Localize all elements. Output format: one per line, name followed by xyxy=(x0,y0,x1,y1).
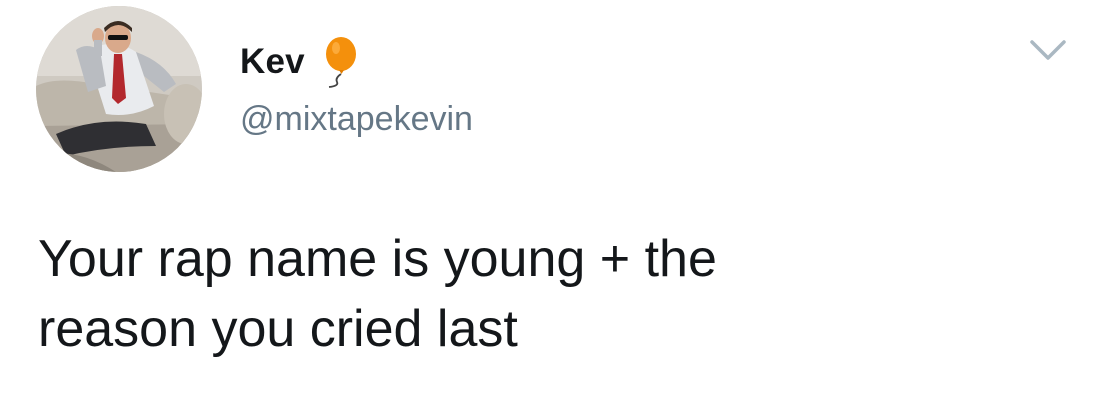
tweet-text: Your rap name is young + the reason you … xyxy=(38,224,1078,364)
avatar-photo xyxy=(36,6,202,172)
display-name[interactable]: Kev xyxy=(240,42,305,82)
tweet-text-line-1: Your rap name is young + the xyxy=(38,230,717,288)
tweet-text-line-2: reason you cried last xyxy=(38,300,518,358)
balloon-icon xyxy=(315,36,361,88)
author-row[interactable]: Kev xyxy=(240,36,361,88)
author-handle[interactable]: @mixtapekevin xyxy=(240,100,473,139)
chevron-down-icon[interactable] xyxy=(1028,36,1068,66)
tweet-card: Kev @mixtapekevin Your rap name is young… xyxy=(0,0,1100,402)
avatar[interactable] xyxy=(36,6,202,172)
